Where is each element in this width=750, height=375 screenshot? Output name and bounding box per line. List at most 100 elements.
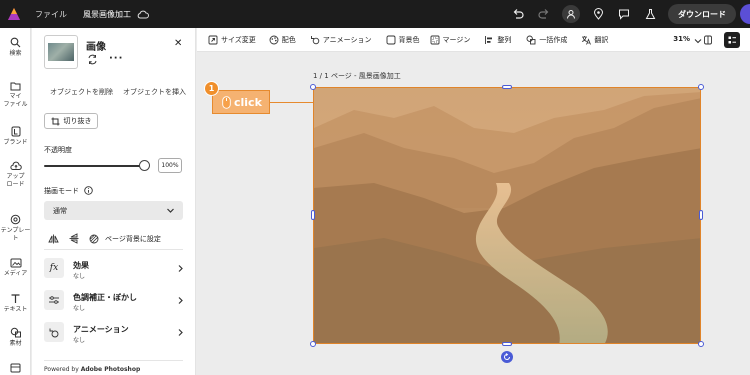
download-button[interactable]: ダウンロード: [668, 4, 736, 24]
page-label: 1 / 1 ページ - 風景画像加工: [313, 72, 401, 80]
rail-item-elements[interactable]: 素材: [0, 327, 31, 348]
rail-item-brand[interactable]: ブランド: [0, 126, 31, 147]
info-icon[interactable]: [84, 186, 93, 195]
align-button[interactable]: 整列: [484, 28, 511, 52]
margin-icon: [430, 35, 439, 44]
avatar[interactable]: [740, 4, 750, 24]
rail-item-upload[interactable]: アップ ロード: [0, 161, 31, 189]
animation-icon: [44, 322, 64, 342]
image-tools: ページ背景に設定: [48, 233, 161, 244]
powered-by: Powered by Adobe Photoshop: [44, 366, 140, 373]
rotate-handle[interactable]: [501, 351, 513, 363]
ctx-label: 翻訳: [594, 35, 609, 44]
blend-mode-select[interactable]: 通常: [44, 201, 183, 220]
resize-handle-bottom[interactable]: [502, 342, 512, 346]
layers-panel-icon[interactable]: [724, 32, 740, 48]
click-callout: click: [212, 90, 270, 114]
animation-button[interactable]: アニメーション: [310, 28, 372, 52]
replace-image-icon[interactable]: [87, 54, 98, 65]
landscape-image[interactable]: [313, 87, 701, 344]
crop-button[interactable]: 切り抜き: [44, 113, 98, 129]
rail-item-more[interactable]: [0, 363, 31, 375]
rail-label: メディア: [3, 270, 28, 277]
location-pin-icon[interactable]: [590, 6, 606, 22]
rail-label: アップ ロード: [6, 173, 25, 188]
document-title[interactable]: 風景画像加工: [83, 9, 131, 20]
flip-vertical-icon[interactable]: [69, 233, 79, 244]
opacity-slider-handle[interactable]: [139, 160, 150, 171]
rail-item-text[interactable]: テキスト: [0, 293, 31, 314]
undo-icon[interactable]: [510, 6, 526, 22]
effects-icon: fx: [44, 258, 64, 278]
page-view-icon[interactable]: [700, 32, 716, 48]
bulk-create-icon: [526, 35, 536, 44]
more-options-icon[interactable]: ···: [109, 53, 123, 64]
rail-label: テンプレート: [0, 227, 31, 242]
set-page-background-link[interactable]: ページ背景に設定: [105, 234, 161, 244]
rotate-icon: [504, 353, 510, 360]
color-scheme-button[interactable]: 配色: [269, 28, 296, 52]
rail-item-my-files[interactable]: マイ ファイル: [0, 81, 31, 109]
media-icon: [10, 258, 21, 268]
search-icon: [10, 37, 21, 48]
adobe-express-logo-icon[interactable]: [7, 7, 21, 21]
color-adjust-row[interactable]: 色調補正・ぼかし なし: [44, 290, 186, 316]
cloud-icon[interactable]: [137, 10, 149, 19]
share-user-icon[interactable]: [562, 5, 580, 23]
grid-icon: [10, 363, 21, 373]
panel-title: 画像: [86, 42, 106, 53]
divider: [44, 360, 183, 361]
mouse-icon: [222, 95, 231, 109]
row-title: アニメーション: [73, 325, 129, 334]
redo-icon[interactable]: [536, 6, 552, 22]
translate-button[interactable]: 翻訳: [581, 28, 608, 52]
background-color-button[interactable]: 背景色: [386, 28, 420, 52]
rail-item-templates[interactable]: テンプレート: [0, 214, 31, 243]
ctx-label: 背景色: [398, 35, 420, 44]
comment-icon[interactable]: [616, 6, 632, 22]
animation-icon: [310, 35, 320, 44]
resize-button[interactable]: サイズ変更: [208, 28, 256, 52]
set-background-icon[interactable]: [89, 234, 99, 244]
top-bar: ファイル 風景画像加工 ダウンロード: [0, 0, 750, 28]
chevron-right-icon: [178, 329, 183, 336]
flip-horizontal-icon[interactable]: [48, 234, 59, 244]
rail-label: 検索: [9, 50, 22, 57]
elements-icon: [10, 327, 21, 338]
file-menu[interactable]: ファイル: [35, 9, 67, 20]
row-title: 色調補正・ぼかし: [73, 293, 137, 302]
left-rail: 検索 マイ ファイル ブランド アップ ロード テンプレート メディア テキスト…: [0, 28, 31, 375]
chevron-right-icon: [178, 297, 183, 304]
rail-item-media[interactable]: メディア: [0, 258, 31, 278]
row-subtitle: なし: [73, 273, 86, 280]
resize-handle-bottom-right[interactable]: [698, 341, 704, 347]
resize-handle-right[interactable]: [699, 210, 703, 220]
rail-item-search[interactable]: 検索: [0, 37, 31, 58]
image-thumbnail[interactable]: [44, 35, 78, 69]
close-icon[interactable]: ✕: [174, 38, 182, 49]
ctx-label: アニメーション: [322, 35, 372, 44]
callout-text: click: [234, 95, 262, 109]
rail-label: ブランド: [3, 139, 28, 146]
text-icon: [11, 294, 20, 303]
flask-icon[interactable]: [642, 6, 658, 22]
ctx-label: サイズ変更: [221, 35, 256, 44]
margin-button[interactable]: マージン: [430, 28, 470, 52]
insert-object-link[interactable]: オブジェクトを挿入: [123, 87, 186, 97]
step-badge: 1: [204, 81, 219, 96]
context-toolbar: サイズ変更 配色 アニメーション 背景色 マージン 整列 一括作成 翻訳 31%: [197, 28, 750, 52]
opacity-slider-track[interactable]: [44, 165, 144, 167]
effects-row[interactable]: fx 効果 なし: [44, 258, 186, 284]
ctx-label: 配色: [281, 35, 296, 44]
resize-handle-bottom-left[interactable]: [310, 341, 316, 347]
animation-row[interactable]: アニメーション なし: [44, 322, 186, 348]
resize-handle-top-right[interactable]: [698, 84, 704, 90]
opacity-value-field[interactable]: 100%: [158, 158, 182, 173]
resize-handle-top[interactable]: [502, 85, 512, 89]
remove-object-link[interactable]: オブジェクトを削除: [50, 87, 113, 97]
resize-handle-top-left[interactable]: [310, 84, 316, 90]
powered-brand: Adobe Photoshop: [80, 366, 141, 373]
bulk-create-button[interactable]: 一括作成: [526, 28, 567, 52]
zoom-level[interactable]: 31%: [673, 35, 690, 43]
resize-handle-left[interactable]: [311, 210, 315, 220]
